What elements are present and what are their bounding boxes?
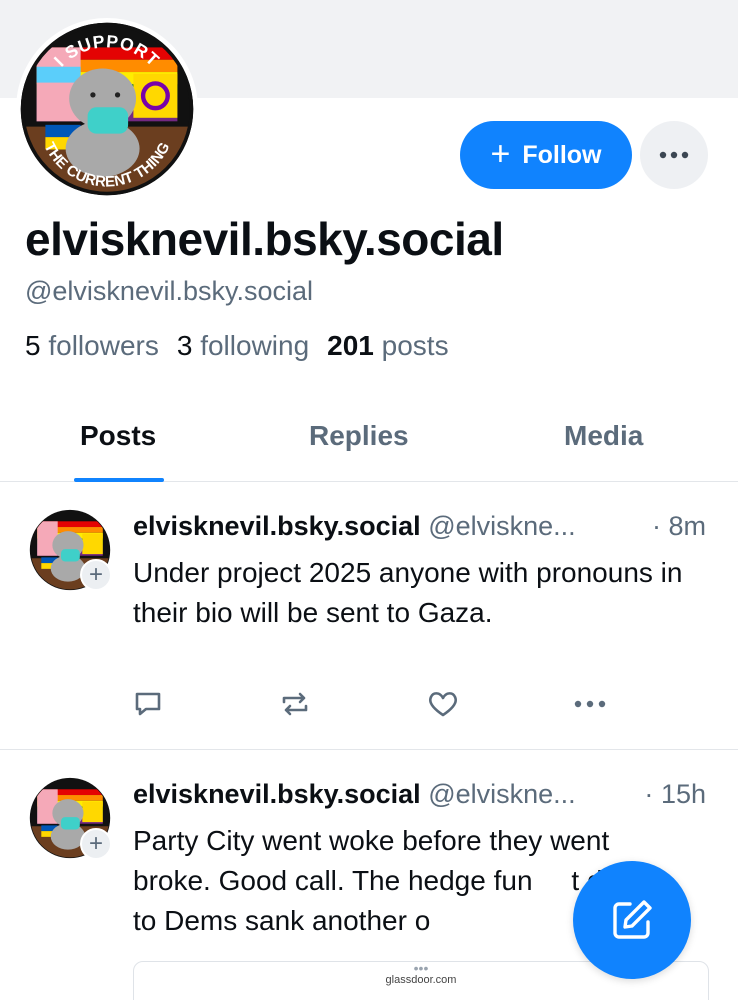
post-meta: elvisknevil.bsky.social @elviskne... [133, 779, 713, 810]
following-stat[interactable]: 3 following [177, 330, 309, 362]
compose-button[interactable] [573, 861, 691, 979]
post-handle: @elviskne... [428, 779, 576, 809]
feed-post[interactable]: + elvisknevil.bsky.social @elviskne... ·… [0, 483, 738, 750]
avatar-image: I SUPPORT THE CURRENT THING [20, 22, 194, 196]
reply-icon [135, 692, 161, 716]
ellipsis-icon [574, 700, 606, 708]
tab-media[interactable]: Media [564, 420, 643, 452]
meta-separator: · [651, 511, 661, 541]
post-author[interactable]: elvisknevil.bsky.social [133, 511, 421, 541]
posts-count: 201 [327, 330, 374, 361]
repost-icon [282, 692, 308, 716]
profile-avatar[interactable]: I SUPPORT THE CURRENT THING [16, 18, 198, 200]
post-actions [133, 687, 633, 721]
posts-stat: 201 posts [327, 330, 448, 362]
profile-handle: @elvisknevil.bsky.social [25, 276, 313, 306]
post-meta: elvisknevil.bsky.social @elviskne... [133, 511, 713, 542]
following-label: following [200, 330, 310, 361]
plus-icon[interactable]: + [80, 828, 112, 860]
repost-button[interactable] [278, 687, 312, 721]
followers-stat[interactable]: 5 followers [25, 330, 159, 362]
tab-replies[interactable]: Replies [309, 420, 409, 452]
profile-tabs: Posts Replies Media [0, 400, 738, 482]
followers-count: 5 [25, 330, 41, 361]
post-timestamp: · 15h [638, 779, 706, 810]
plus-icon[interactable]: + [80, 559, 112, 591]
compose-icon [613, 900, 652, 939]
posts-label: posts [381, 330, 449, 361]
profile-display-name: elvisknevil.bsky.social [25, 213, 504, 265]
plus-icon: + [490, 134, 511, 173]
post-time: 8m [668, 511, 706, 541]
post-handle: @elviskne... [428, 511, 576, 541]
post-time: 15h [660, 779, 706, 809]
tab-posts[interactable]: Posts [80, 420, 156, 452]
post-text: Under project 2025 anyone with pronouns … [133, 557, 683, 628]
profile-stats: 5 followers 3 following 201 posts [25, 330, 449, 362]
like-icon [429, 692, 457, 717]
profile-more-button[interactable] [640, 121, 708, 189]
meta-separator: · [644, 779, 654, 809]
ellipsis-icon [659, 151, 689, 159]
follow-button[interactable]: + Follow [460, 121, 632, 189]
post-author[interactable]: elvisknevil.bsky.social [133, 779, 421, 809]
follow-label: Follow [522, 140, 602, 169]
reply-button[interactable] [131, 687, 165, 721]
active-tab-indicator [74, 478, 164, 482]
following-count: 3 [176, 330, 193, 361]
post-more-button[interactable] [573, 687, 607, 721]
followers-label: followers [48, 330, 159, 361]
post-timestamp: · 8m [645, 511, 706, 542]
like-button[interactable] [426, 687, 460, 721]
